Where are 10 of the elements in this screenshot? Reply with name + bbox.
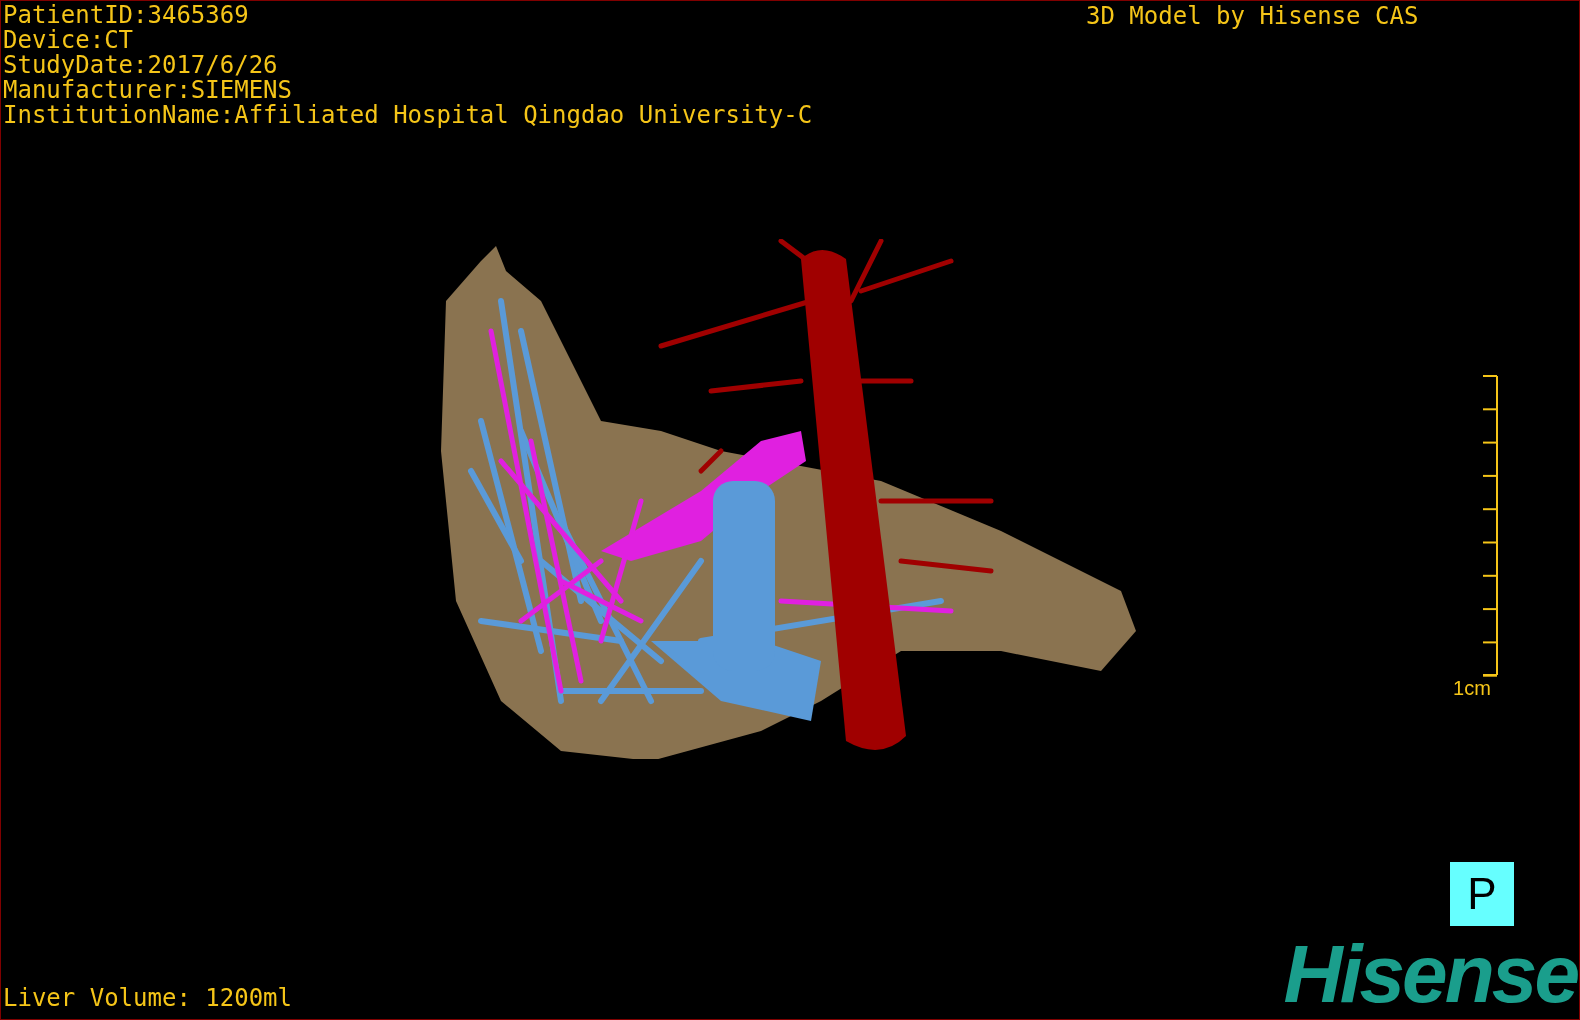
liver-volume-label: Liver Volume: 1200ml [3, 986, 292, 1011]
patient-info-line: InstitutionName:Affiliated Hospital Qingdao University-C [3, 103, 813, 128]
scale-bar-label: 1cm [1453, 677, 1491, 699]
viewer-title: 3D Model by Hisense CAS [1086, 4, 1419, 29]
brand-logo: Hisense [1283, 931, 1577, 1017]
patient-info-line: Manufacturer:SIEMENS [3, 78, 293, 103]
patient-info-line: Device:CT [3, 28, 135, 53]
orientation-marker: P [1450, 862, 1514, 926]
patient-info-line: PatientID:3465369 [3, 3, 250, 28]
patient-info-line: StudyDate:2017/6/26 [3, 53, 278, 78]
